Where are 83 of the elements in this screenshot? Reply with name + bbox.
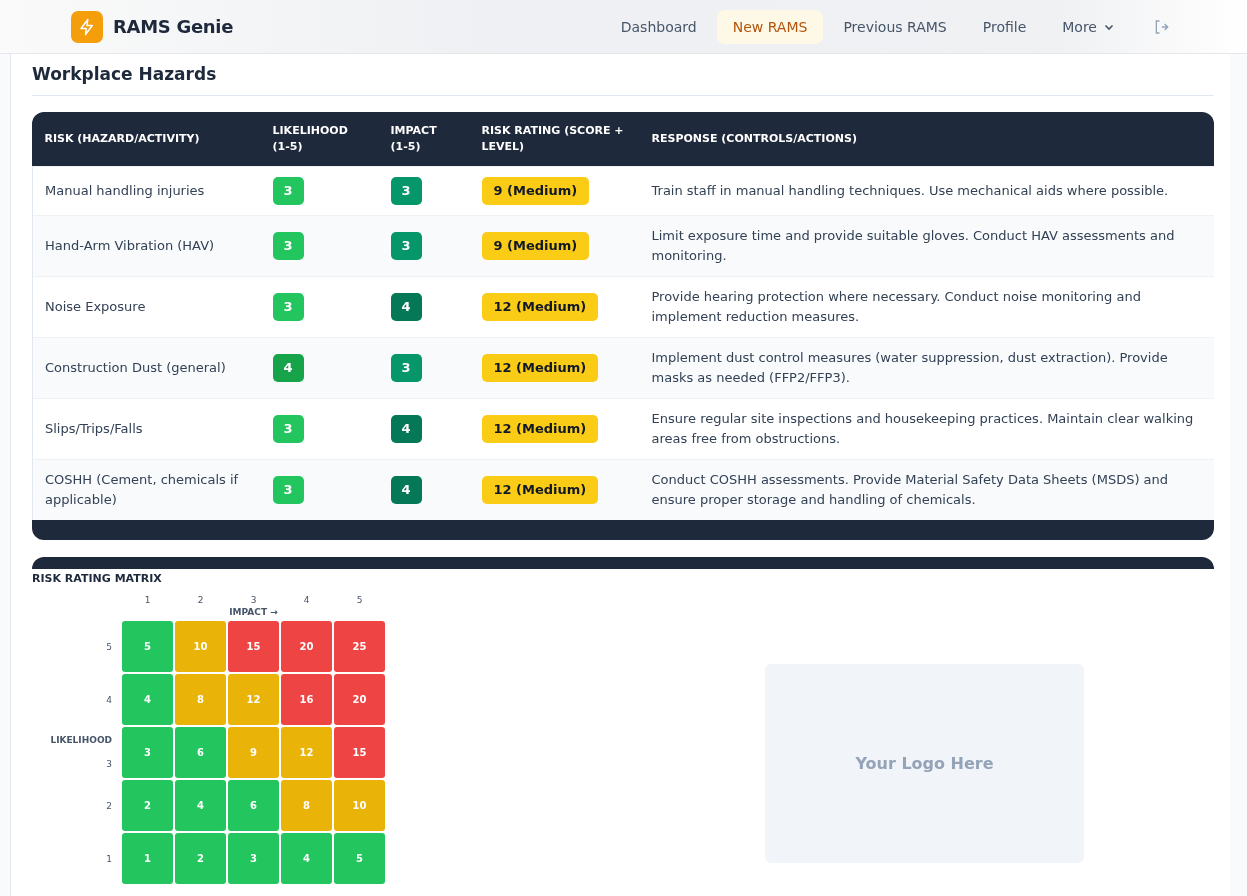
column-label: 2 — [196, 595, 205, 605]
logo-icon — [71, 10, 103, 43]
column-header: IMPACT (1-5) — [378, 112, 470, 167]
table-cell: Noise Exposure — [32, 276, 261, 338]
nav-tab[interactable]: Dashboard — [604, 9, 713, 44]
axis-label: IMPACT → — [228, 607, 279, 617]
matrix-cell: 4 — [175, 780, 226, 831]
section-title: Workplace Hazards — [32, 64, 1214, 96]
matrix-cell: 25 — [334, 621, 385, 672]
matrix-cell: 12 — [228, 674, 279, 725]
rating-badge: 9 (Medium) — [481, 232, 590, 260]
row-label: 5 — [106, 641, 112, 652]
matrix-cell: 5 — [334, 833, 385, 884]
matrix-cell: 5 — [122, 621, 173, 672]
table-cell: Provide hearing protection where necessary. Conduct noise monitoring and implement reduction measures. — [639, 276, 1214, 338]
matrix-cell: 2 — [122, 780, 173, 831]
matrix-cell: 1 — [122, 833, 173, 884]
column-header: RISK (HAZARD/ACTIVITY) — [32, 112, 261, 167]
matrix-cell: 6 — [228, 780, 279, 831]
matrix-cell: 15 — [228, 621, 279, 672]
matrix-cell: 8 — [281, 780, 332, 831]
rating-badge: 9 (Medium) — [481, 177, 590, 205]
likelihood-badge: 3 — [272, 177, 304, 205]
axis-label: LIKELIHOOD — [50, 735, 112, 745]
column-header: RESPONSE (CONTROLS/ACTIONS) — [639, 112, 1214, 167]
column-label: 3 — [249, 595, 258, 605]
column-header: RISK RATING (SCORE + LEVEL) — [469, 112, 640, 167]
placeholder-text: Your Logo Here — [855, 754, 994, 773]
matrix-cell: 3 — [122, 727, 173, 778]
matrix-cell: 12 — [281, 727, 332, 778]
matrix-cell: 8 — [175, 674, 226, 725]
table-cell: Construction Dust (general) — [32, 337, 261, 399]
table-cell: Conduct COSHH assessments. Provide Material Safety Data Sheets (MSDS) and ensure proper storage and handling of chemicals. — [639, 459, 1214, 520]
impact-badge: 3 — [390, 354, 422, 382]
table-cell: Hand-Arm Vibration (HAV) — [32, 215, 261, 277]
column-header: LIKELIHOOD (1-5) — [260, 112, 379, 167]
table-cell: Limit exposure time and provide suitable gloves. Conduct HAV assessments and monitoring. — [639, 215, 1214, 277]
row-label: 2 — [106, 800, 112, 811]
table-cell: Implement dust control measures (water suppression, dust extraction). Provide masks as needed (FFP2/FFP3). — [639, 337, 1214, 399]
column-label: 1 — [143, 595, 152, 605]
nav-tab[interactable]: More — [1046, 9, 1131, 44]
logout-icon[interactable] — [1153, 18, 1169, 35]
table-cell: Slips/Trips/Falls — [32, 398, 261, 460]
rating-badge: 12 (Medium) — [481, 354, 599, 382]
matrix-title: RISK RATING MATRIX — [32, 572, 163, 585]
nav-tab[interactable]: Previous RAMS — [827, 9, 963, 44]
matrix-cell: 4 — [122, 674, 173, 725]
likelihood-badge: 3 — [272, 293, 304, 321]
table-cell: COSHH (Cement, chemicals if applicable) — [32, 459, 261, 520]
nav-tab[interactable]: New RAMS — [716, 9, 824, 44]
impact-badge: 3 — [390, 177, 422, 205]
table-cell: Ensure regular site inspections and housekeeping practices. Maintain clear walking areas free from obstructions. — [639, 398, 1214, 460]
row-label: 3 — [106, 758, 112, 769]
matrix-cell: 3 — [228, 833, 279, 884]
impact-badge: 3 — [390, 232, 422, 260]
matrix-cell: 20 — [334, 674, 385, 725]
matrix-cell: 20 — [281, 621, 332, 672]
matrix-cell: 9 — [228, 727, 279, 778]
likelihood-badge: 3 — [272, 232, 304, 260]
nav-tab[interactable]: Profile — [966, 9, 1043, 44]
rating-badge: 12 (Medium) — [481, 476, 599, 504]
matrix-cell: 2 — [175, 833, 226, 884]
impact-badge: 4 — [390, 293, 422, 321]
matrix-cell: 4 — [281, 833, 332, 884]
column-label: 4 — [302, 595, 311, 605]
rating-badge: 12 (Medium) — [481, 293, 599, 321]
column-label: 5 — [355, 595, 364, 605]
impact-badge: 4 — [390, 476, 422, 504]
likelihood-badge: 3 — [272, 415, 304, 443]
brand-name: RAMS Genie — [113, 16, 234, 37]
likelihood-badge: 4 — [272, 354, 304, 382]
row-label: 1 — [106, 853, 112, 864]
matrix-cell: 6 — [175, 727, 226, 778]
table-cell: Manual handling injuries — [32, 166, 261, 216]
likelihood-badge: 3 — [272, 476, 304, 504]
table-cell: Train staff in manual handling techniques. Use mechanical aids where possible. — [639, 166, 1214, 216]
rating-badge: 12 (Medium) — [481, 415, 599, 443]
row-label: 4 — [106, 694, 112, 705]
matrix-cell: 10 — [334, 780, 385, 831]
matrix-cell: 15 — [334, 727, 385, 778]
matrix-cell: 16 — [281, 674, 332, 725]
matrix-cell: 10 — [175, 621, 226, 672]
impact-badge: 4 — [390, 415, 422, 443]
